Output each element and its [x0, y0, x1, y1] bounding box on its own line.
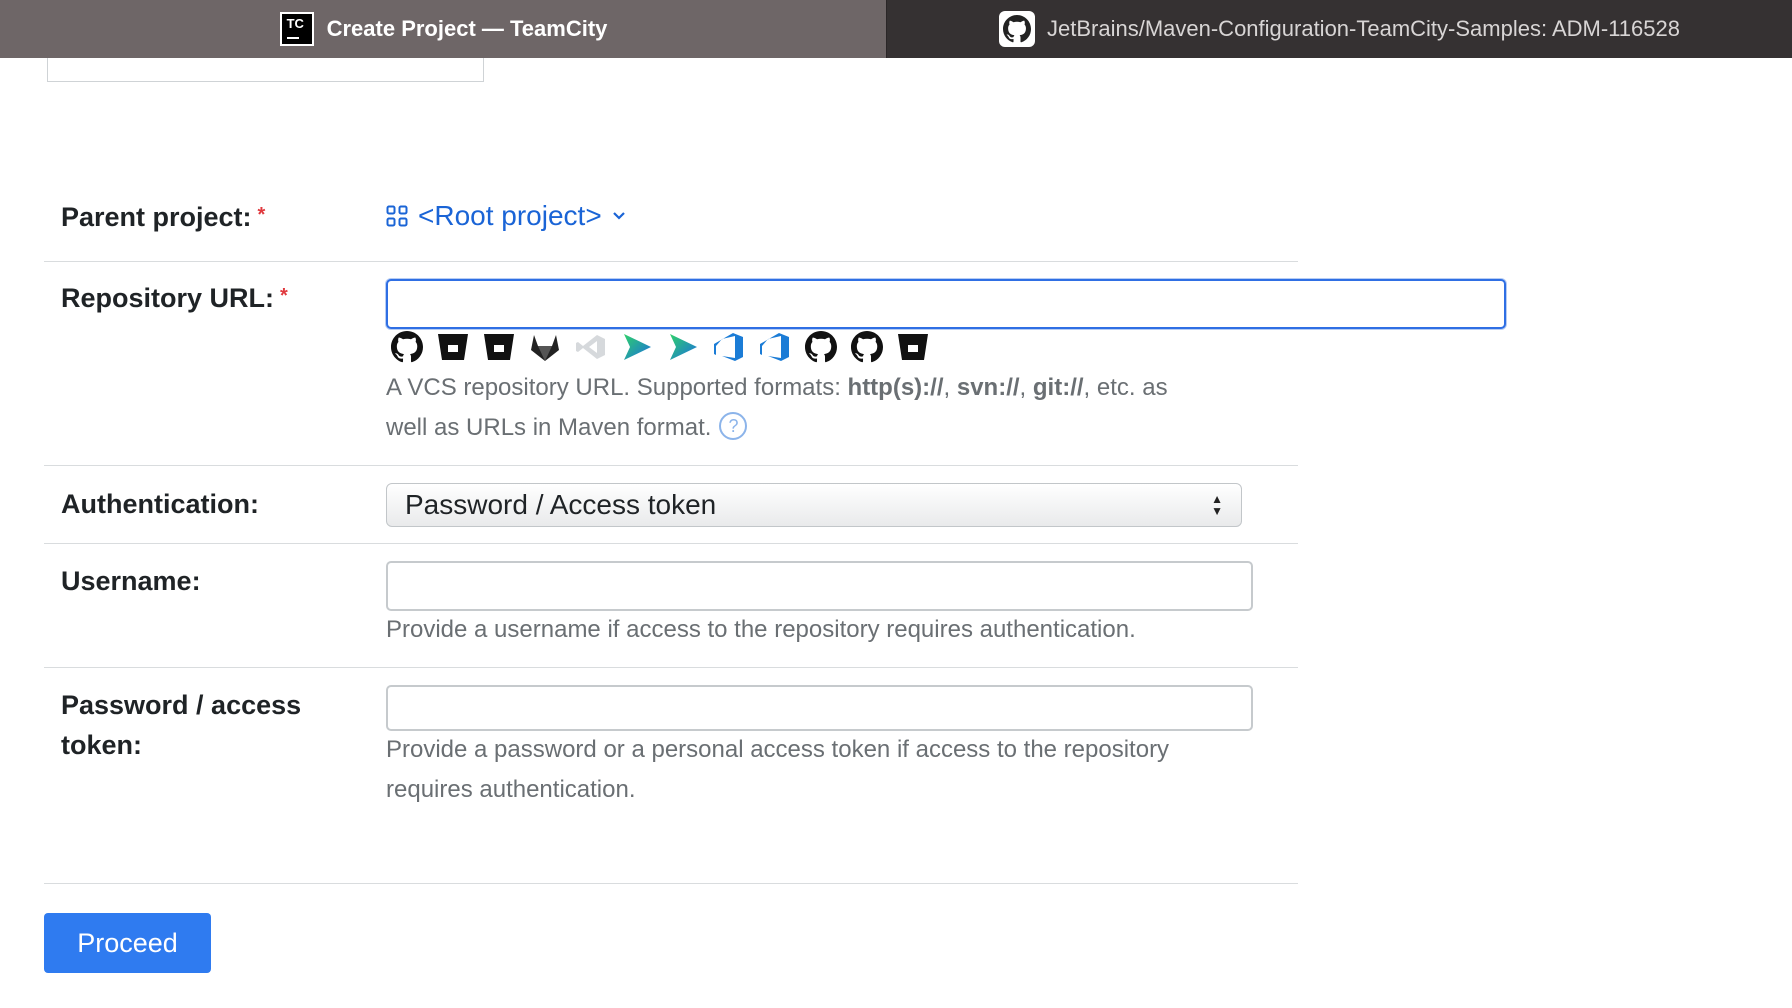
previous-section-box	[47, 58, 484, 82]
authentication-select[interactable]: Password / Access token ▲ ▼	[386, 483, 1242, 527]
tab-title: Create Project — TeamCity	[326, 16, 608, 41]
username-input[interactable]	[386, 561, 1253, 611]
divider	[44, 261, 1298, 262]
required-mark: *	[257, 204, 266, 226]
authentication-selected-value: Password / Access token	[405, 489, 717, 520]
project-grid-icon	[386, 205, 408, 227]
divider	[44, 667, 1298, 668]
tab-create-project[interactable]: TC Create Project — TeamCity	[0, 0, 887, 58]
username-help: Provide a username if access to the repo…	[386, 616, 1136, 643]
password-help: Provide a password or a personal access …	[386, 736, 1170, 803]
divider	[44, 465, 1298, 466]
bitbucket-icon[interactable]	[896, 330, 930, 364]
browser-tab-bar: TC Create Project — TeamCity JetBrains/M…	[0, 0, 1792, 58]
parent-project-value: <Root project>	[418, 200, 602, 231]
teamcity-logo-icon: TC	[279, 11, 315, 47]
visual-studio-icon[interactable]	[574, 330, 608, 364]
authentication-label: Authentication:	[61, 489, 259, 519]
password-input[interactable]	[386, 685, 1253, 731]
azure-devops-icon[interactable]	[712, 330, 746, 364]
repository-url-label: Repository URL: *	[61, 283, 288, 313]
chevron-down-icon	[612, 212, 625, 220]
vcs-provider-icons	[390, 330, 930, 364]
required-mark: *	[280, 285, 288, 307]
github-icon[interactable]	[390, 330, 424, 364]
username-label: Username:	[61, 566, 201, 596]
password-label: Password / access token:	[61, 690, 302, 760]
parent-project-selector[interactable]: <Root project>	[386, 200, 626, 232]
github-icon[interactable]	[804, 330, 838, 364]
help-question-icon[interactable]: ?	[719, 411, 748, 440]
bitbucket-icon[interactable]	[436, 330, 470, 364]
divider	[44, 883, 1298, 884]
repository-url-input[interactable]	[386, 279, 1506, 329]
tab-github-repo[interactable]: JetBrains/Maven-Configuration-TeamCity-S…	[887, 0, 1792, 58]
repository-url-help: A VCS repository URL. Supported formats:…	[386, 374, 1168, 441]
select-arrows-icon: ▲ ▼	[1211, 492, 1223, 518]
space-icon[interactable]	[620, 330, 654, 364]
bitbucket-icon[interactable]	[482, 330, 516, 364]
github-icon[interactable]	[850, 330, 884, 364]
divider	[44, 543, 1298, 544]
tab-title: JetBrains/Maven-Configuration-TeamCity-S…	[1047, 16, 1680, 41]
proceed-button[interactable]: Proceed	[44, 913, 211, 973]
parent-project-label: Parent project: *	[61, 202, 266, 232]
github-icon	[999, 11, 1035, 47]
space-icon[interactable]	[666, 330, 700, 364]
azure-devops-icon[interactable]	[758, 330, 792, 364]
gitlab-icon[interactable]	[528, 330, 562, 364]
